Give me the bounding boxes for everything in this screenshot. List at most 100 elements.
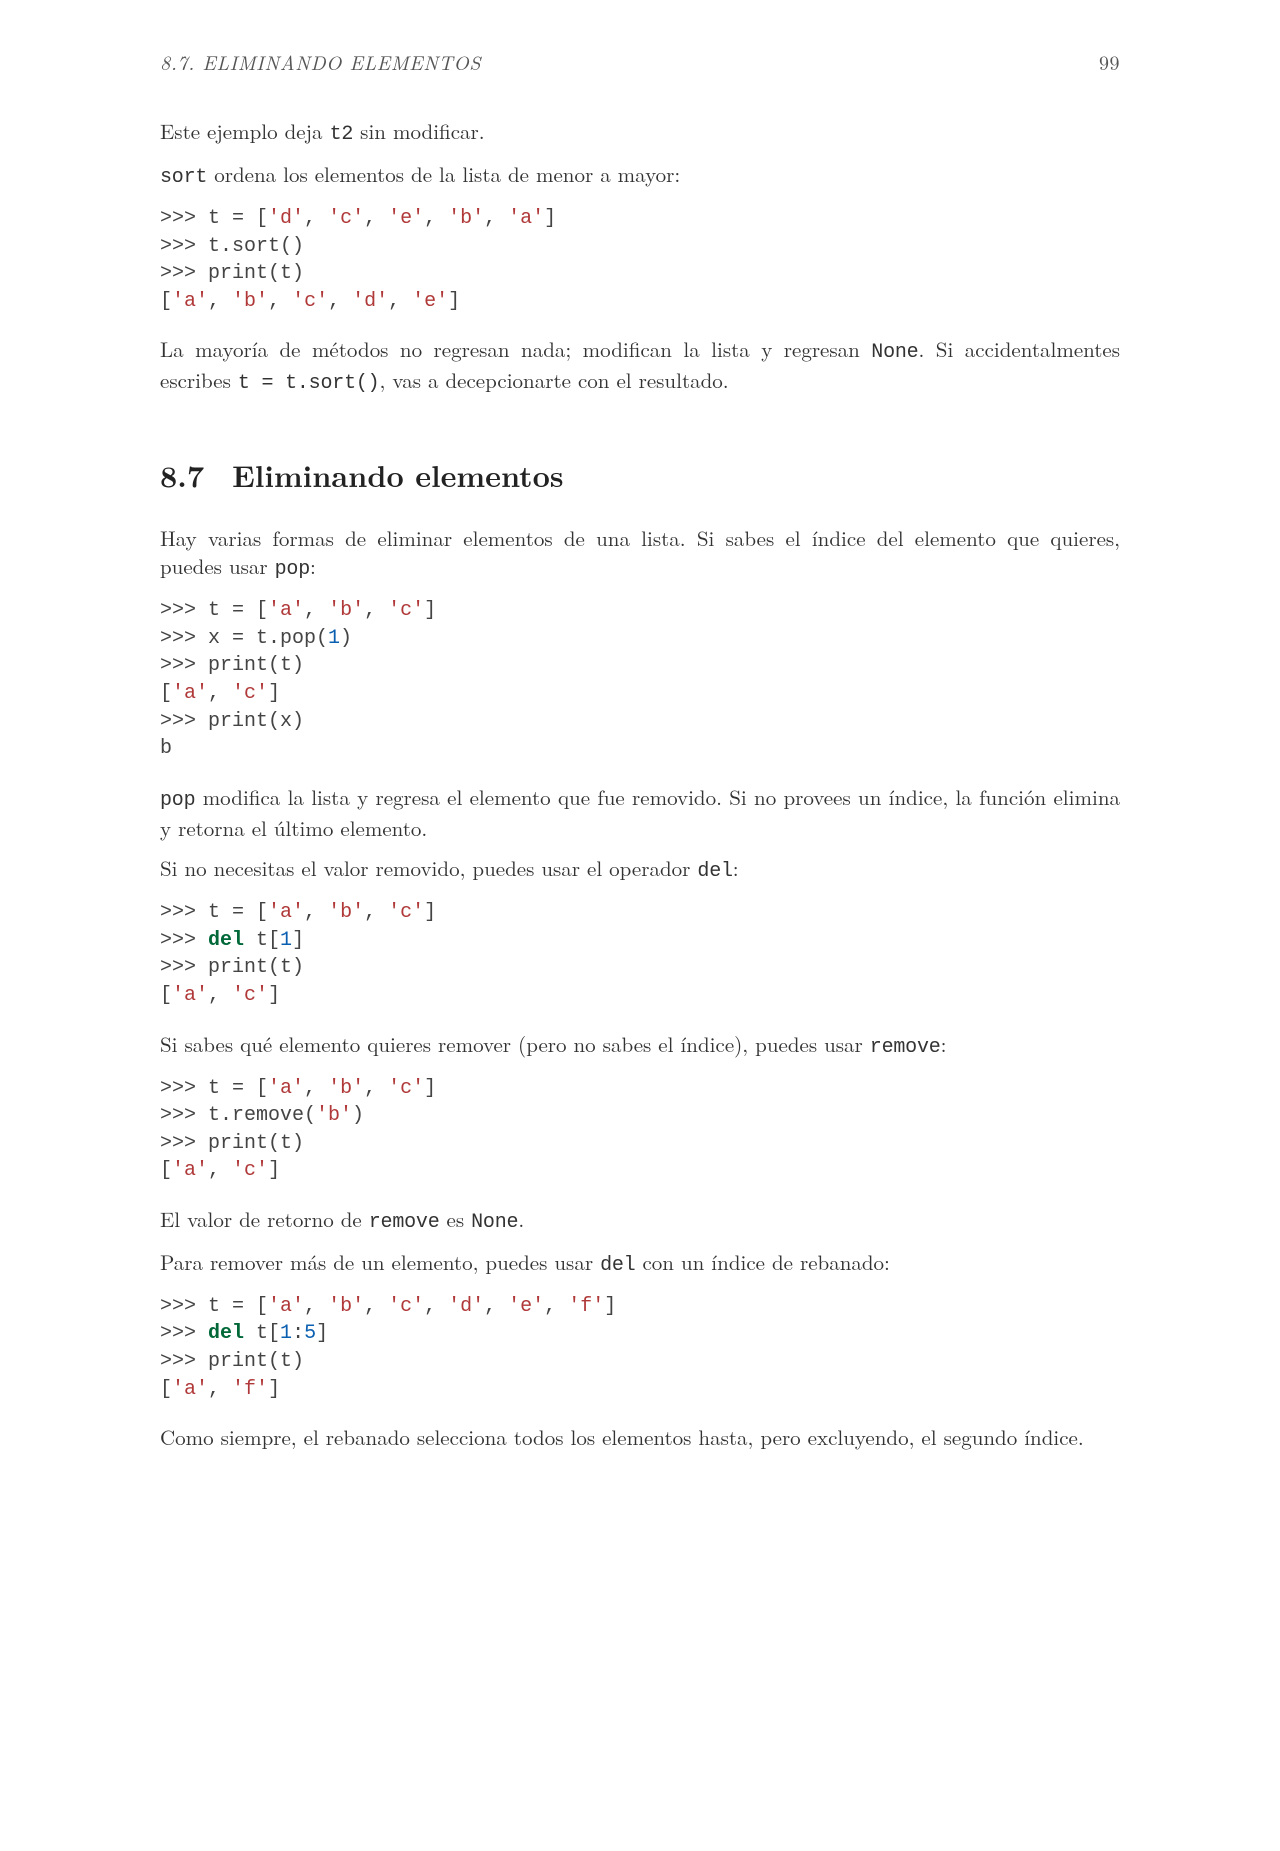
paragraph: La mayoría de métodos no regresan nada; … [160,335,1120,397]
paragraph: pop modifica la lista y regresa el eleme… [160,783,1120,842]
code-text: >>> print(t) [160,262,304,285]
code-text: >>> t = [ [160,1295,268,1318]
string-literal: 'a' [172,1159,208,1182]
inline-code: pop [160,789,195,812]
text: modifica la lista y regresa el elemento … [160,782,1120,843]
string-literal: 'b' [328,599,364,622]
number-literal: 5 [304,1322,316,1345]
string-literal: 'd' [448,1295,484,1318]
code-block: >>> t = ['a', 'b', 'c'] >>> x = t.pop(1)… [160,597,1120,763]
code-text: ] [424,901,436,924]
sep: , [364,901,388,924]
text: Para remover más de un elemento, puedes … [160,1247,600,1277]
code-text: >>> t.sort() [160,235,304,258]
sep: , [304,207,328,230]
string-literal: 'c' [232,1159,268,1182]
string-literal: 'b' [316,1104,352,1127]
inline-code: del [697,860,732,883]
string-literal: 'f' [568,1295,604,1318]
code-text: ] [292,929,304,952]
code-text: t[ [244,929,280,952]
string-literal: 'b' [328,901,364,924]
paragraph: El valor de retorno de remove es None. [160,1205,1120,1236]
sep: , [424,207,448,230]
paragraph: Si sabes qué elemento quieres remover (p… [160,1030,1120,1061]
sep: , [328,290,352,313]
keyword: del [208,929,244,952]
code-text: [ [160,682,172,705]
sep: , [364,1295,388,1318]
string-literal: 'd' [268,207,304,230]
string-literal: 'b' [232,290,268,313]
text: . [518,1204,524,1234]
text: , vas a decepcionarte con el resultado. [379,365,728,395]
string-literal: 'b' [328,1295,364,1318]
code-block: >>> t = ['a', 'b', 'c', 'd', 'e', 'f'] >… [160,1293,1120,1403]
sep: , [364,207,388,230]
sep: , [208,1159,232,1182]
text: Este ejemplo deja [160,116,330,146]
code-block: >>> t = ['a', 'b', 'c'] >>> del t[1] >>>… [160,899,1120,1009]
code-text: ] [268,1159,280,1182]
code-text: ] [424,1077,436,1100]
page-header: 8.7. ELIMINANDO ELEMENTOS 99 [160,48,1120,75]
string-literal: 'a' [268,901,304,924]
text: : [310,551,316,581]
string-literal: 'c' [388,1295,424,1318]
code-text: ] [544,207,556,230]
paragraph: Para remover más de un elemento, puedes … [160,1248,1120,1279]
code-text: [ [160,290,172,313]
code-text: [ [160,984,172,1007]
sep: , [304,1077,328,1100]
sep: , [304,1295,328,1318]
page-number: 99 [1099,48,1120,75]
sep: , [364,1077,388,1100]
sep: , [208,1378,232,1401]
code-text: >>> t = [ [160,901,268,924]
number-literal: 1 [328,627,340,650]
string-literal: 'c' [388,901,424,924]
section-title-text: Eliminando elementos [232,453,563,496]
string-literal: 'a' [508,207,544,230]
string-literal: 'c' [232,682,268,705]
inline-code: remove [870,1036,941,1059]
text: : [941,1029,947,1059]
string-literal: 'a' [172,984,208,1007]
string-literal: 'd' [352,290,388,313]
text: con un índice de rebanado: [635,1247,889,1277]
sep: , [208,682,232,705]
text: El valor de retorno de [160,1204,369,1234]
string-literal: 'f' [232,1378,268,1401]
code-text: >>> print(t) [160,654,304,677]
code-text: >>> t = [ [160,599,268,622]
sep: , [268,290,292,313]
string-literal: 'a' [268,1077,304,1100]
code-text: [ [160,1159,172,1182]
text: Si no necesitas el valor removido, puede… [160,853,697,883]
sep: , [304,901,328,924]
inline-code: del [600,1254,635,1277]
code-text: >>> print(t) [160,1350,304,1373]
paragraph: Hay varias formas de eliminar elementos … [160,524,1120,583]
code-text: : [292,1322,304,1345]
keyword: del [208,1322,244,1345]
code-text: >>> t = [ [160,207,268,230]
code-text: >>> [160,929,208,952]
string-literal: 'a' [268,599,304,622]
code-text: >>> t.remove( [160,1104,316,1127]
string-literal: 'a' [172,682,208,705]
code-text: ) [340,627,352,650]
string-literal: 'c' [388,1077,424,1100]
text: La mayoría de métodos no regresan nada; … [160,334,871,364]
inline-code: t2 [330,123,354,146]
text: es [440,1204,472,1234]
string-literal: 'c' [292,290,328,313]
string-literal: 'e' [412,290,448,313]
code-text: ] [268,1378,280,1401]
code-text: ] [424,599,436,622]
number-literal: 1 [280,1322,292,1345]
code-text: >>> x = t.pop( [160,627,328,650]
text: : [733,853,739,883]
section-number: 8.7 [160,453,204,496]
string-literal: 'c' [388,599,424,622]
